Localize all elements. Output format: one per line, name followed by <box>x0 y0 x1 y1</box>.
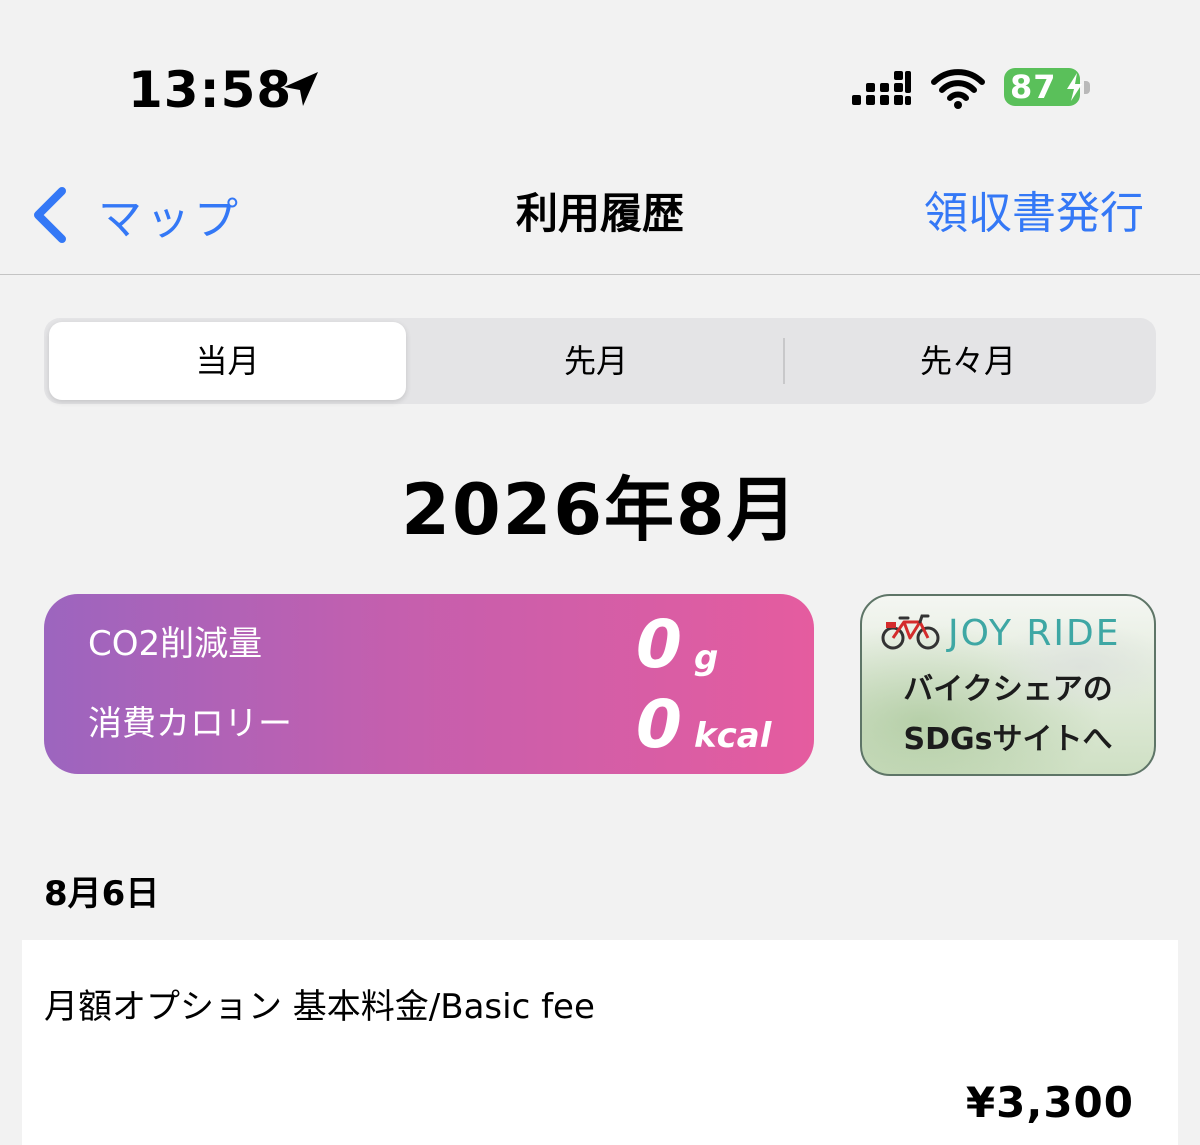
period-segmented-control: 当月 先月 先々月 <box>44 318 1156 404</box>
segment-two-months-ago[interactable]: 先々月 <box>786 322 1150 400</box>
banner-text-line-2: SDGsサイトへ <box>903 722 1113 757</box>
co2-reduction-value: 0 <box>636 606 682 683</box>
battery-indicator: 87 <box>1004 66 1090 110</box>
segment-divider <box>783 338 785 384</box>
issue-receipt-button[interactable]: 領収書発行 <box>924 188 1144 240</box>
co2-reduction-label: CO2削減量 <box>88 624 263 664</box>
banner-text-line-1: バイクシェアの <box>903 672 1113 707</box>
joyride-sdgs-banner[interactable]: JOY RIDE バイクシェアの SDGsサイトへ <box>860 594 1156 776</box>
wifi-icon <box>931 69 985 109</box>
status-time: 13:58 <box>128 61 293 119</box>
bicycle-icon <box>881 614 940 650</box>
cellular-signal-icon <box>852 71 911 105</box>
history-list-item[interactable]: 月額オプション 基本料金/Basic fee ¥3,300 <box>22 940 1178 1145</box>
status-bar: 13:58 87 <box>0 0 1200 150</box>
calories-burned-label: 消費カロリー <box>88 704 292 744</box>
calories-burned-value: 0 <box>636 686 682 763</box>
segment-current-month[interactable]: 当月 <box>49 322 406 400</box>
month-heading: 2026年8月 <box>401 469 799 551</box>
segment-last-month[interactable]: 先月 <box>416 322 776 400</box>
battery-level: 87 <box>1010 68 1057 106</box>
location-arrow-icon <box>284 72 318 106</box>
battery-cap <box>1084 81 1090 94</box>
joyride-logo: JOY RIDE <box>948 613 1121 654</box>
history-item-title: 月額オプション 基本料金/Basic fee <box>44 987 595 1027</box>
co2-reduction-unit: g <box>694 638 719 678</box>
calories-burned-unit: kcal <box>694 716 772 756</box>
history-item-amount: ¥3,300 <box>965 1078 1134 1127</box>
navigation-bar: マップ 利用履歴 領収書発行 <box>0 150 1200 275</box>
history-section-date: 8月6日 <box>44 874 160 914</box>
battery-charging-icon <box>1067 73 1082 101</box>
